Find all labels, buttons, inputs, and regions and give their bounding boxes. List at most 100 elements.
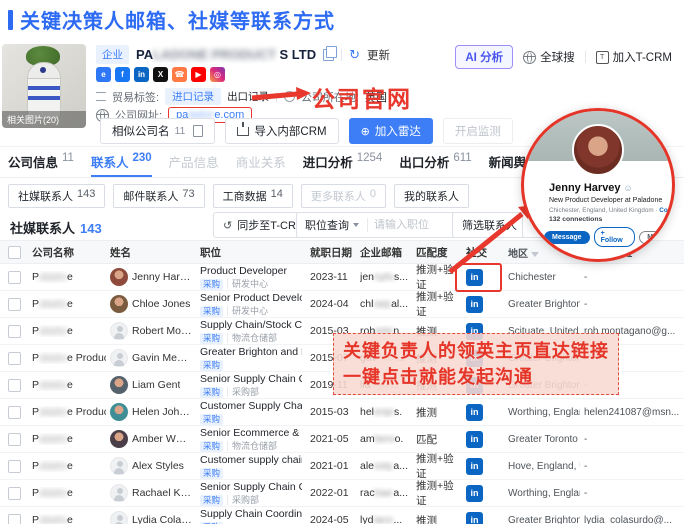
linkedin-icon[interactable]: in: [466, 431, 483, 448]
match-level-cell: 推测: [412, 513, 462, 524]
action-bar: 相似公司名 11 导入内部CRM ⊕ 加入雷达 开启监测: [100, 118, 513, 144]
subtab-社媒联系人[interactable]: 社媒联系人143: [8, 184, 105, 208]
globe-icon: [523, 51, 536, 64]
position-query-control: 职位查询: [296, 212, 474, 238]
row-checkbox[interactable]: [8, 298, 21, 311]
row-checkbox[interactable]: [8, 352, 21, 365]
row-checkbox[interactable]: [8, 379, 21, 392]
position-cell: Senior Product Developer采购研发中心: [196, 292, 306, 317]
linkedin-icon[interactable]: in: [466, 296, 483, 313]
profile-avatar: [572, 124, 624, 176]
message-button[interactable]: Message: [544, 231, 590, 244]
start-date-cell: 2021-05: [306, 433, 356, 445]
avatar-placeholder: [110, 349, 128, 367]
subtab-我的联系人[interactable]: 我的联系人: [394, 184, 469, 208]
linkedin-icon[interactable]: in: [466, 485, 483, 502]
ai-analysis-button[interactable]: AI 分析: [455, 45, 513, 69]
subtab-更多联系人[interactable]: 更多联系人0: [301, 184, 386, 208]
tab-联系人[interactable]: 联系人230: [91, 152, 152, 177]
row-checkbox[interactable]: [8, 325, 21, 338]
column-header: 职位: [196, 245, 306, 260]
company-cell: Paladone Produc...: [28, 352, 106, 364]
monitor-button[interactable]: 开启监测: [443, 118, 513, 144]
contact-name-cell: Gavin Meeks: [106, 349, 196, 367]
refresh-label[interactable]: 更新: [367, 47, 390, 63]
tab-公司信息[interactable]: 公司信息11: [8, 152, 74, 177]
trade-tag-icon: [96, 92, 106, 101]
export-records-tag[interactable]: 出口记录: [227, 89, 269, 104]
profile-badge-icon: ☺: [624, 183, 633, 193]
global-search-button[interactable]: 全球搜: [523, 49, 575, 65]
profile-connections: 132 connections: [549, 216, 602, 223]
tab-进口分析[interactable]: 进口分析1254: [303, 152, 383, 177]
thumbnail-robot-band: [28, 86, 60, 90]
section-count: 143: [80, 221, 102, 236]
subtab-邮件联系人[interactable]: 邮件联系人73: [113, 184, 204, 208]
company-cell: Paladone: [28, 460, 106, 472]
table-row: PaladoneChloe JonesSenior Product Develo…: [0, 291, 684, 318]
import-crm-button[interactable]: 导入内部CRM: [225, 118, 338, 144]
linkedin-icon[interactable]: in: [134, 67, 149, 82]
chevron-down-icon: [353, 223, 359, 227]
import-records-tag[interactable]: 进口记录: [165, 88, 221, 105]
start-date-cell: 2023-11: [306, 271, 356, 283]
contact-name-cell: Jenny Harvey: [106, 268, 196, 286]
youtube-icon[interactable]: ▶: [191, 67, 206, 82]
match-level-cell: 推测+验证: [412, 451, 462, 481]
contact-name-cell: Robert Monta...: [106, 322, 196, 340]
contact-name-cell: Chloe Jones: [106, 295, 196, 313]
page-title: 关键决策人邮箱、社媒等联系方式: [8, 5, 335, 34]
copy-icon[interactable]: [323, 49, 334, 61]
linkedin-icon[interactable]: in: [466, 512, 483, 524]
linkedin-icon[interactable]: in: [466, 458, 483, 475]
filter-funnel-icon[interactable]: [531, 252, 539, 257]
region-cell: Hove, England, Uni...: [504, 461, 580, 472]
join-tcrm-button[interactable]: T加入T-CRM: [596, 49, 672, 65]
similar-company-button[interactable]: 相似公司名 11: [100, 118, 215, 144]
row-checkbox[interactable]: [8, 460, 21, 473]
row-checkbox[interactable]: [8, 487, 21, 500]
phone-icon[interactable]: ☎: [172, 67, 187, 82]
follow-button[interactable]: + Follow: [594, 227, 636, 247]
avatar-placeholder: [110, 457, 128, 475]
x-twitter-icon[interactable]: X: [153, 67, 168, 82]
tab-出口分析[interactable]: 出口分析611: [399, 152, 471, 177]
extra-email-cell: -: [580, 272, 684, 283]
refresh-icon[interactable]: ↻: [349, 49, 360, 61]
radar-icon: ⊕: [361, 125, 370, 138]
avatar: [110, 295, 128, 313]
row-checkbox[interactable]: [8, 433, 21, 446]
select-all-checkbox[interactable]: [8, 246, 21, 259]
location-icon: [284, 91, 295, 102]
tcrm-icon: T: [596, 51, 609, 64]
email-cell: amberwhio.: [356, 433, 412, 445]
match-level-cell: 推测+验证: [412, 289, 462, 319]
website-icon[interactable]: e: [96, 67, 111, 82]
tab-商业关系[interactable]: 商业关系: [236, 152, 286, 177]
match-level-cell: 推测: [412, 405, 462, 420]
company-cell: Paladone: [28, 433, 106, 445]
position-search-input[interactable]: [368, 219, 454, 231]
row-checkbox[interactable]: [8, 406, 21, 419]
table-row: PaladoneAmber WhittySenior Ecommerce & S…: [0, 426, 684, 453]
position-query-dropdown[interactable]: 职位查询: [297, 217, 367, 233]
more-button[interactable]: More: [639, 231, 672, 244]
position-cell: Supply Chain/Stock Control采购物流仓储部: [196, 319, 306, 344]
row-checkbox[interactable]: [8, 271, 21, 284]
company-cell: Paladone: [28, 298, 106, 310]
tab-产品信息[interactable]: 产品信息: [169, 152, 219, 177]
extra-email-cell: lydia_colasurdo@...: [580, 515, 684, 524]
company-photo-thumbnail[interactable]: 相关图片(20): [2, 44, 86, 128]
extra-email-cell: -: [580, 461, 684, 472]
table-row: PaladoneRachael KellySenior Supply Chain…: [0, 480, 684, 507]
row-checkbox[interactable]: [8, 514, 21, 524]
instagram-icon[interactable]: ◎: [210, 67, 225, 82]
subtab-工商数据[interactable]: 工商数据14: [213, 184, 293, 208]
import-icon: [237, 127, 249, 136]
header-actions: AI 分析 全球搜 T加入T-CRM: [455, 45, 672, 69]
extra-email-cell: -: [580, 434, 684, 445]
add-radar-button[interactable]: ⊕ 加入雷达: [349, 118, 433, 144]
linkedin-icon[interactable]: in: [466, 404, 483, 421]
page-title-text: 关键决策人邮箱、社媒等联系方式: [20, 5, 335, 34]
facebook-icon[interactable]: f: [115, 67, 130, 82]
